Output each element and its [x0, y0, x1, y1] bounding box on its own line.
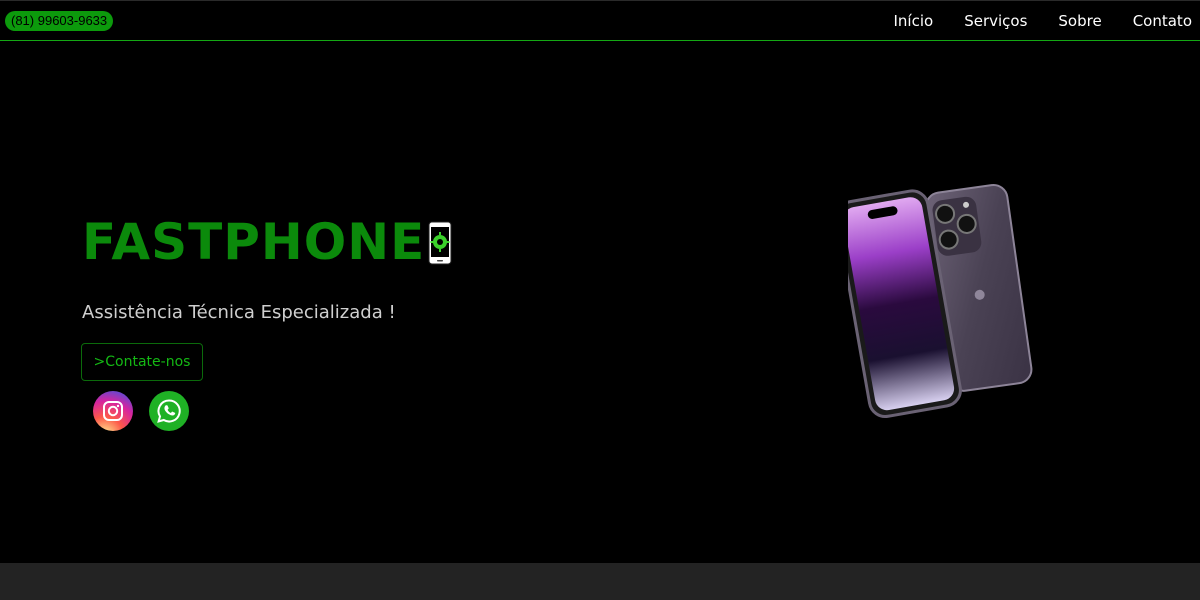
- footer-band: [0, 563, 1200, 600]
- nav-link-inicio[interactable]: Início: [894, 12, 934, 30]
- main-nav: Início Serviços Sobre Contato: [894, 1, 1193, 41]
- nav-link-servicos[interactable]: Serviços: [964, 12, 1027, 30]
- phone-number-badge[interactable]: (81) 99603-9633: [5, 11, 114, 31]
- contact-us-button[interactable]: >Contate-nos: [81, 343, 203, 381]
- top-header: (81) 99603-9633 Início Serviços Sobre Co…: [0, 0, 1200, 41]
- phone-repair-gear-icon: [428, 221, 452, 265]
- whatsapp-icon[interactable]: [149, 391, 189, 431]
- social-links: [93, 391, 189, 431]
- nav-link-sobre[interactable]: Sobre: [1058, 12, 1101, 30]
- page: (81) 99603-9633 Início Serviços Sobre Co…: [0, 0, 1200, 600]
- hero-title-row: FASTPHONE: [82, 210, 452, 274]
- instagram-icon[interactable]: [93, 391, 133, 431]
- hero-subtitle: Assistência Técnica Especializada !: [82, 302, 396, 323]
- iphone-image: [848, 183, 1033, 419]
- brand-title: FASTPHONE: [82, 213, 426, 271]
- nav-link-contato[interactable]: Contato: [1133, 12, 1192, 30]
